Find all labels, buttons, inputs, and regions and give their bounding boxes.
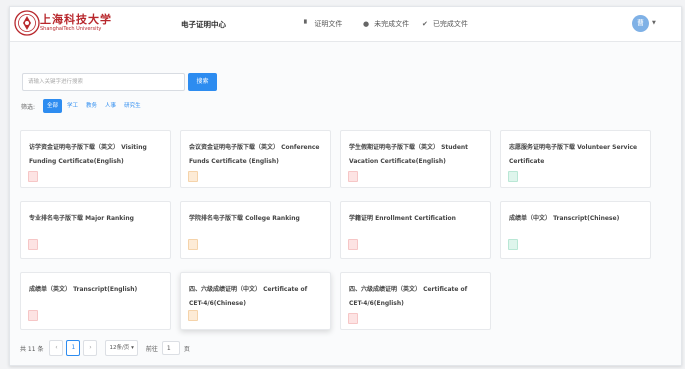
card-title: 成绩单（中文） Transcript(Chinese) [509, 215, 620, 222]
file-icon: ▘ [304, 20, 310, 28]
chevron-down-icon: ▾ [131, 345, 134, 351]
top-bar: 上海科技大学 ShanghaiTech University 电子证明中心 ▘ … [10, 7, 681, 42]
search-input[interactable]: 请输入关键字进行搜索 [22, 73, 185, 91]
total-count: 共 11 条 [20, 345, 44, 353]
filter-student-affairs[interactable]: 学工 [64, 99, 81, 113]
card-title: 学院排名电子版下载 College Ranking [189, 215, 300, 222]
status-badge [28, 239, 38, 250]
status-badge [508, 239, 518, 250]
certificate-card[interactable]: 学院排名电子版下载 College Ranking [180, 201, 331, 259]
certificate-card[interactable]: 四、六级成绩证明（中文） Certificate of CET-4/6(Chin… [180, 272, 331, 330]
status-badge [348, 313, 358, 324]
status-badge [348, 171, 358, 182]
goto-page-input[interactable]: 1 [161, 341, 180, 355]
status-badge [188, 310, 198, 321]
nav-certificate-files[interactable]: ▘ 证明文件 [304, 19, 342, 29]
nav-finished-files[interactable]: ✔ 已完成文件 [422, 19, 468, 29]
page-size-value: 12条/页 [109, 345, 130, 351]
status-badge [348, 239, 358, 250]
nav-label: 未完成文件 [374, 20, 410, 28]
card-title: 学籍证明 Enrollment Certification [349, 215, 456, 222]
status-badge [188, 239, 198, 250]
certificate-card[interactable]: 访学资金证明电子版下载（英文） Visiting Funding Certifi… [20, 130, 171, 188]
filter-academic-affairs[interactable]: 教务 [83, 99, 100, 113]
filter-label: 筛选: [21, 104, 36, 111]
nav-label: 证明文件 [314, 20, 343, 28]
filter-hr[interactable]: 人事 [102, 99, 119, 113]
certificate-card[interactable]: 会议资金证明电子版下载（英文） Conference Funds Certifi… [180, 130, 331, 188]
check-circle-icon: ✔ [422, 20, 428, 28]
status-badge [28, 171, 38, 182]
next-page-button[interactable]: › [83, 340, 98, 356]
filter-all[interactable]: 全部 [43, 99, 63, 113]
card-title: 四、六级成绩证明（英文） Certificate of CET-4/6(Engl… [349, 286, 468, 307]
card-title: 会议资金证明电子版下载（英文） Conference Funds Certifi… [189, 144, 320, 165]
goto-label: 前往 [145, 345, 158, 353]
brand-name-en: ShanghaiTech University [40, 26, 102, 32]
certificate-card[interactable]: 专业排名电子版下载 Major Ranking [20, 201, 171, 259]
certificate-card[interactable]: 志愿服务证明电子版下载 Volunteer Service Certificat… [500, 130, 651, 188]
university-seal-logo [14, 10, 40, 36]
certificate-card[interactable]: 学生假期证明电子版下载（英文） Student Vacation Certifi… [340, 130, 491, 188]
nav-unfinished-files[interactable]: ● 未完成文件 [363, 19, 409, 29]
app-window: 上海科技大学 ShanghaiTech University 电子证明中心 ▘ … [9, 6, 682, 366]
brand-name-cn: 上海科技大学 [40, 13, 112, 26]
certificate-card[interactable]: 成绩单（中文） Transcript(Chinese) [500, 201, 651, 259]
card-title: 专业排名电子版下载 Major Ranking [29, 215, 134, 222]
status-badge [188, 171, 198, 182]
filter-chips: 全部 学工 教务 人事 研究生 [43, 99, 146, 113]
status-badge [28, 310, 38, 321]
page-size-select[interactable]: 12条/页 ▾ [105, 340, 138, 356]
certificate-card[interactable]: 成绩单（英文） Transcript(English) [20, 272, 171, 330]
filter-graduate[interactable]: 研究生 [121, 99, 144, 113]
search-button[interactable]: 搜索 [188, 73, 217, 91]
page-number-button[interactable]: 1 [66, 340, 81, 356]
card-title: 访学资金证明电子版下载（英文） Visiting Funding Certifi… [29, 144, 147, 165]
page-unit-label: 页 [183, 345, 190, 353]
nav-label: 已完成文件 [432, 20, 468, 28]
card-title: 四、六级成绩证明（中文） Certificate of CET-4/6(Chin… [189, 286, 308, 307]
clock-icon: ● [363, 20, 370, 28]
card-title: 成绩单（英文） Transcript(English) [29, 286, 138, 293]
app-title: 电子证明中心 [181, 20, 226, 29]
card-title: 志愿服务证明电子版下载 Volunteer Service Certificat… [509, 144, 638, 165]
status-badge [508, 171, 518, 182]
pagination: 共 11 条 ‹ 1 › 12条/页 ▾ 前往 1 页 [20, 340, 190, 356]
user-avatar[interactable]: 曹 [632, 15, 649, 32]
prev-page-button[interactable]: ‹ [49, 340, 64, 356]
certificate-card[interactable]: 四、六级成绩证明（英文） Certificate of CET-4/6(Engl… [340, 272, 491, 330]
certificate-card[interactable]: 学籍证明 Enrollment Certification [340, 201, 491, 259]
chevron-down-icon[interactable]: ▼ [652, 20, 656, 26]
card-title: 学生假期证明电子版下载（英文） Student Vacation Certifi… [349, 144, 469, 165]
